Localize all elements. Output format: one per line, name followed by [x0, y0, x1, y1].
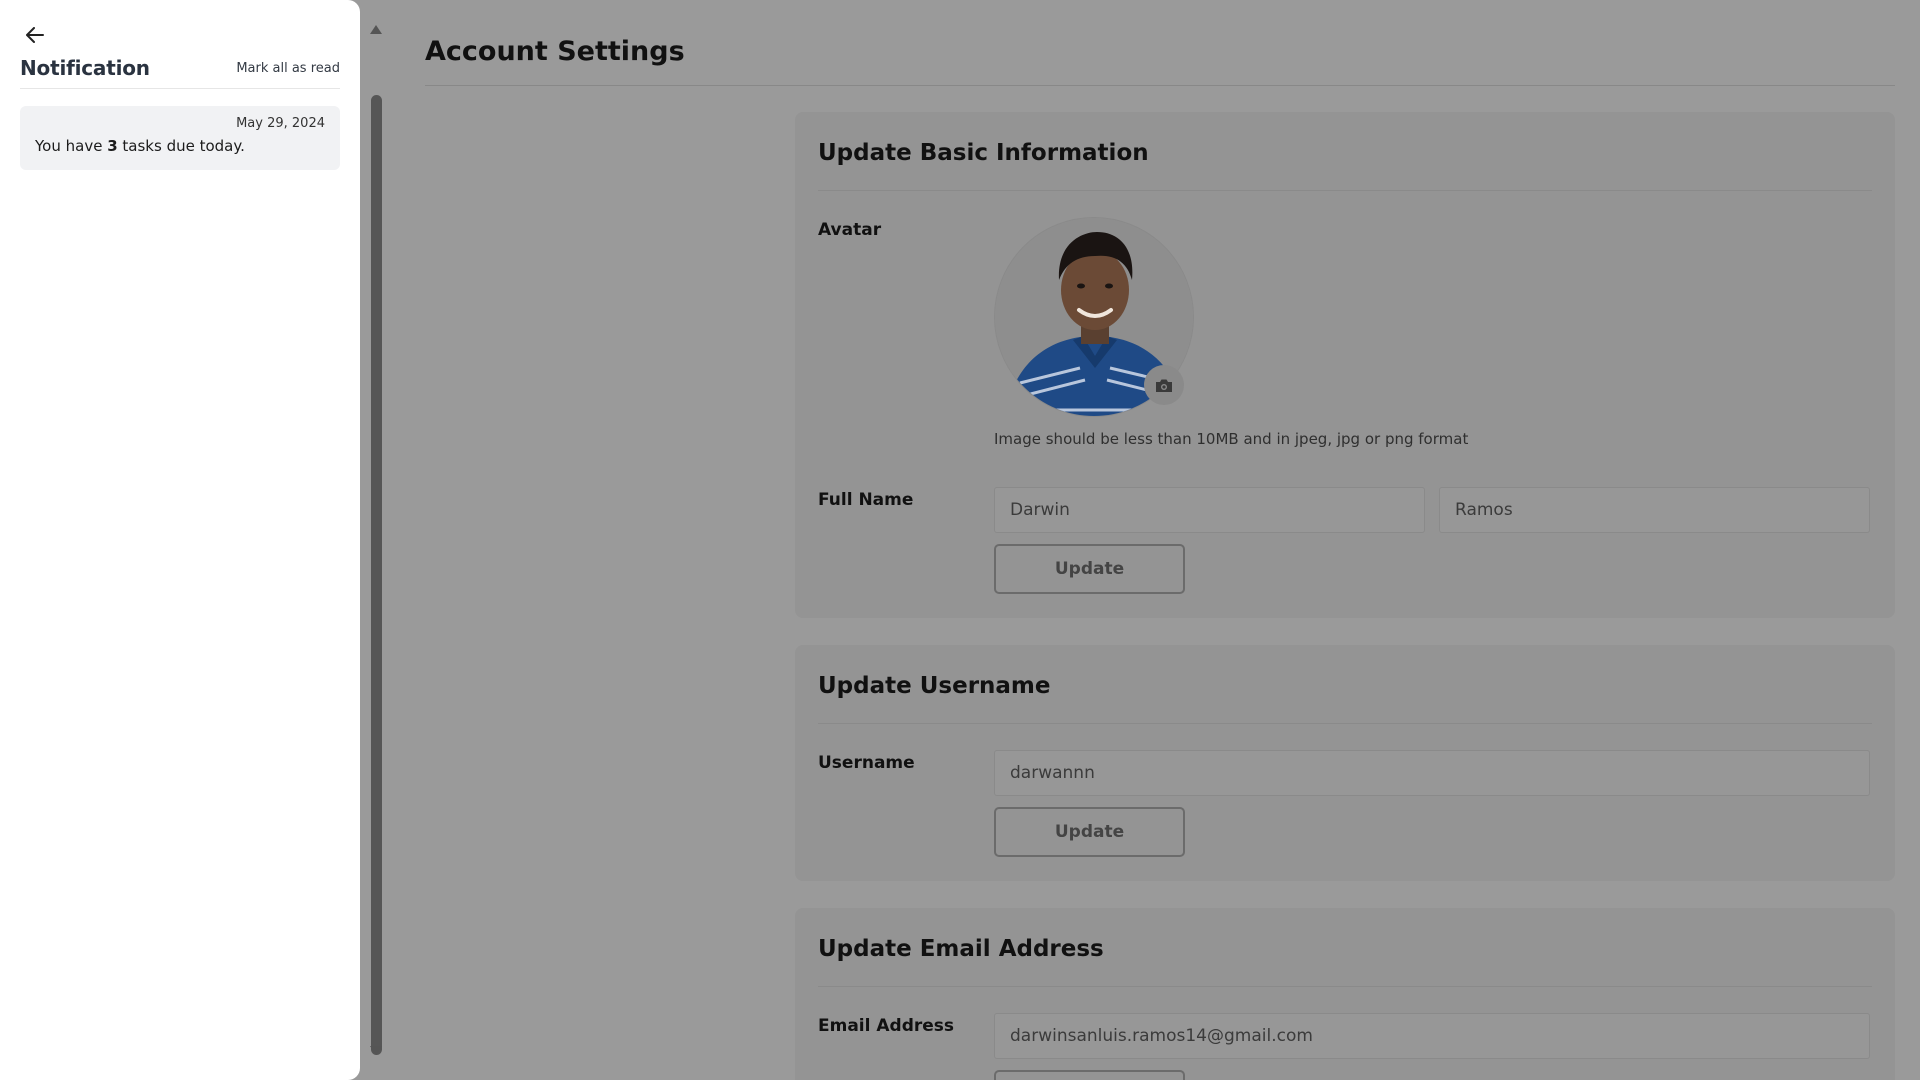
notification-item[interactable]: May 29, 2024 You have 3 tasks due today. — [20, 106, 340, 170]
username-input[interactable]: darwannn — [994, 750, 1870, 796]
update-basic-info-button[interactable]: Update — [994, 544, 1185, 594]
scroll-thumb[interactable] — [371, 95, 382, 1055]
notification-message-prefix: You have — [35, 137, 108, 155]
back-button[interactable] — [22, 24, 48, 46]
first-name-input[interactable]: Darwin — [994, 487, 1425, 533]
page-title: Account Settings — [425, 36, 685, 67]
email-section-title: Update Email Address — [818, 936, 1104, 962]
camera-icon — [1156, 379, 1172, 392]
notification-title: Notification — [20, 56, 150, 80]
notification-date: May 29, 2024 — [236, 116, 325, 131]
notification-panel: Notification Mark all as read May 29, 20… — [0, 0, 360, 1080]
email-input[interactable]: darwinsanluis.ramos14@gmail.com — [994, 1013, 1870, 1059]
email-label: Email Address — [818, 1016, 955, 1036]
card-divider — [818, 986, 1872, 987]
change-avatar-button[interactable] — [1144, 365, 1184, 405]
scroll-down-arrow[interactable] — [370, 1046, 382, 1055]
update-email-button[interactable] — [994, 1070, 1185, 1080]
notification-message: You have 3 tasks due today. — [35, 137, 325, 155]
avatar-hint: Image should be less than 10MB and in jp… — [994, 430, 1469, 448]
card-divider — [818, 190, 1872, 191]
arrow-left-icon — [26, 27, 44, 43]
card-divider — [818, 723, 1872, 724]
title-divider — [425, 85, 1895, 86]
scroll-up-arrow[interactable] — [370, 25, 382, 34]
notification-message-suffix: tasks due today. — [117, 137, 245, 155]
notification-count: 3 — [107, 137, 118, 155]
username-card: Update Username Username darwannn Update — [795, 645, 1895, 881]
full-name-label: Full Name — [818, 490, 914, 510]
mark-all-read-link[interactable]: Mark all as read — [236, 61, 340, 76]
email-card: Update Email Address Email Address darwi… — [795, 908, 1895, 1080]
avatar-label: Avatar — [818, 220, 882, 240]
last-name-input[interactable]: Ramos — [1439, 487, 1870, 533]
username-section-title: Update Username — [818, 673, 1051, 699]
notification-header: Notification Mark all as read — [20, 56, 340, 89]
basic-info-card: Update Basic Information Avatar Image sh… — [795, 112, 1895, 618]
username-label: Username — [818, 753, 915, 773]
basic-info-title: Update Basic Information — [818, 140, 1149, 166]
update-username-button[interactable]: Update — [994, 807, 1185, 857]
page-scrollbar[interactable] — [366, 20, 386, 1060]
